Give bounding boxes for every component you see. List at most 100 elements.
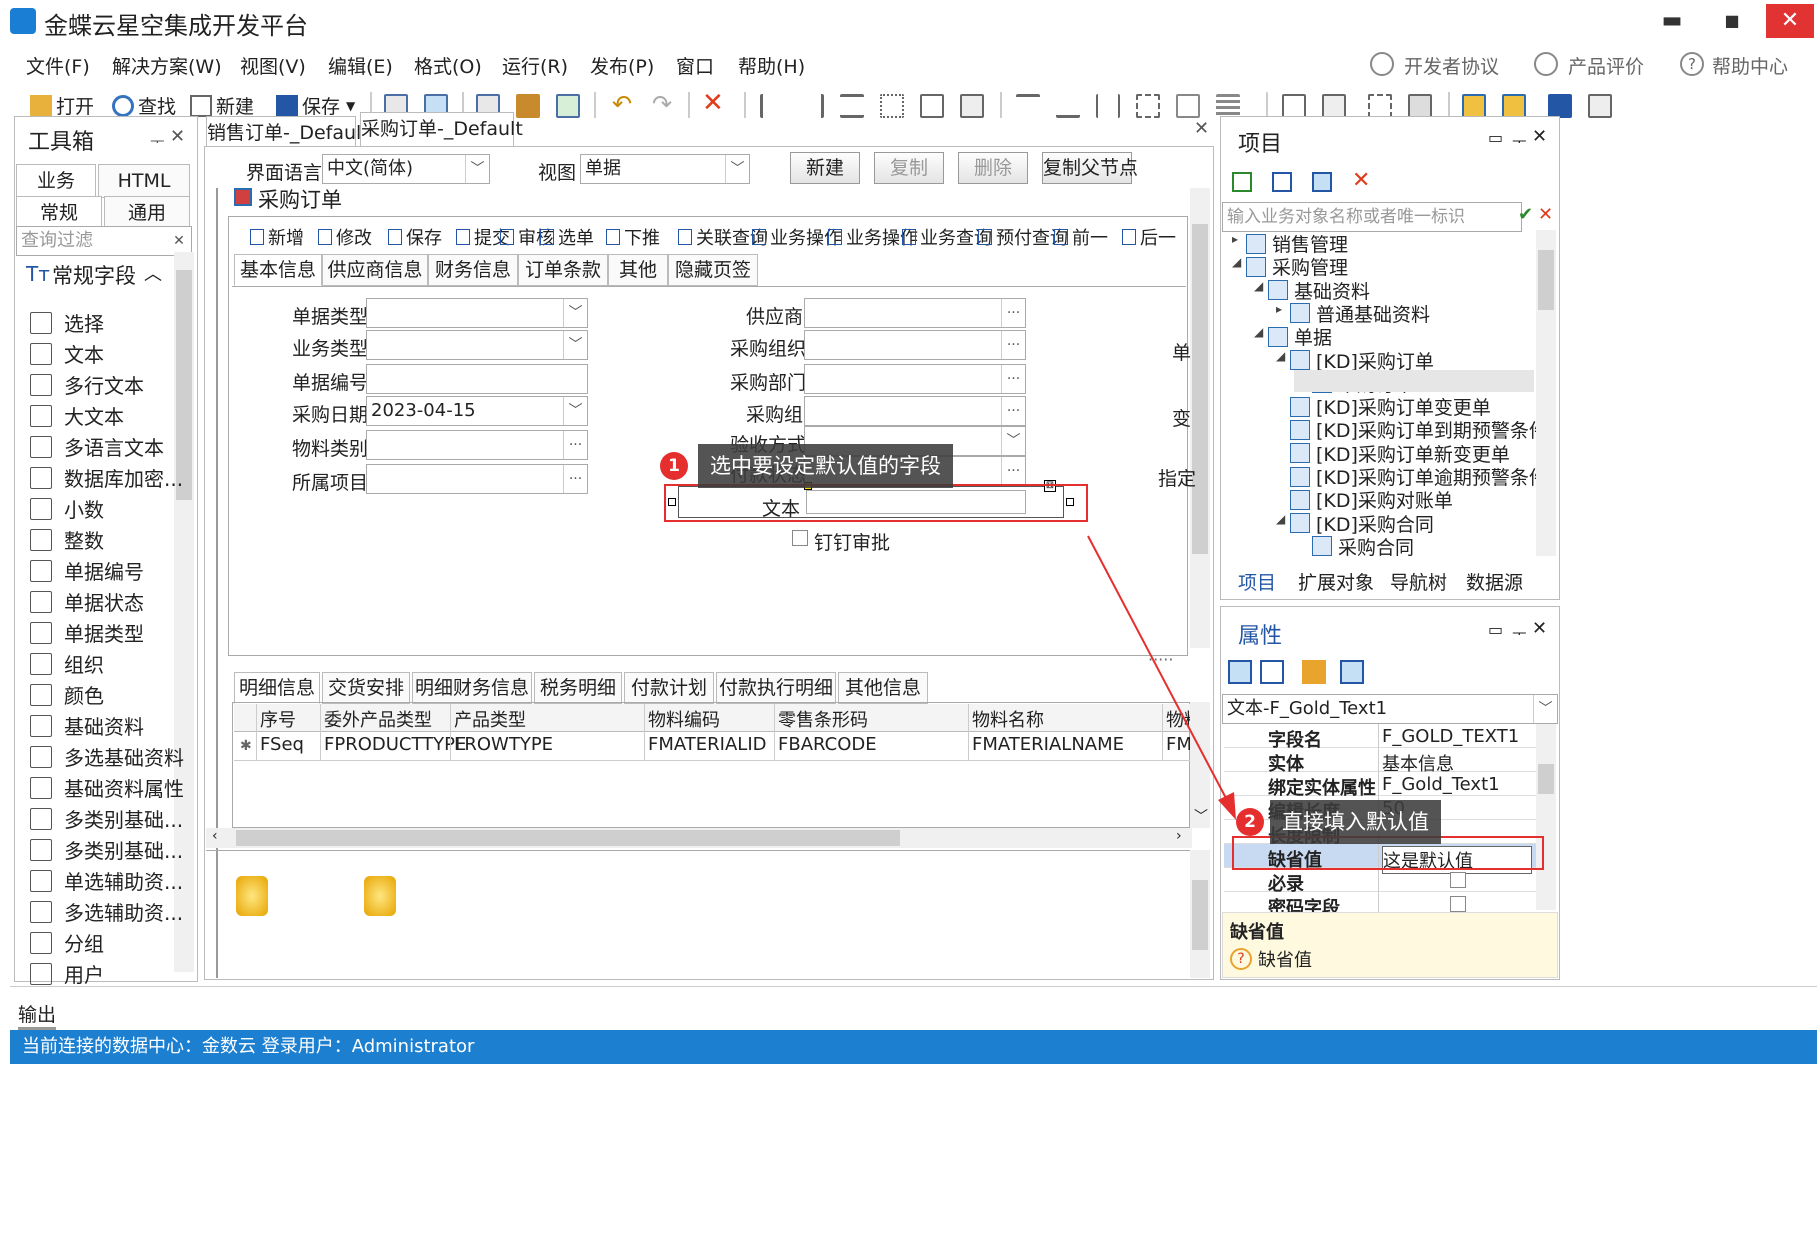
toolbox-item[interactable]: 多选辅助资... <box>30 897 183 926</box>
view-select[interactable]: 单据 ﹀ <box>580 154 750 184</box>
toolbox-item[interactable]: 多类别基础... <box>30 804 183 833</box>
form-toolbar-item[interactable]: 修改 <box>318 224 372 250</box>
panel-icon[interactable] <box>1322 94 1346 118</box>
property-value[interactable]: F_Gold_Text1 <box>1382 774 1500 795</box>
toolbox-item[interactable]: 单据编号 <box>30 556 144 585</box>
form-toolbar-item[interactable]: 后一 <box>1122 224 1176 250</box>
chevron-down-icon[interactable]: ﹀ <box>725 155 749 183</box>
product-review-link[interactable]: 产品评价 <box>1568 52 1644 79</box>
grid-cell[interactable]: FSeq <box>260 734 304 755</box>
grid-cell[interactable]: FPRODUCTTYPE <box>324 734 466 755</box>
chevron-down-icon[interactable]: ﹀ <box>1001 427 1025 455</box>
save-button[interactable]: 保存 ▼ <box>276 92 355 119</box>
property-checkbox[interactable] <box>1450 896 1466 912</box>
form-toolbar-item[interactable]: 下推 <box>606 224 660 250</box>
menu-view[interactable]: 视图(V) <box>240 52 306 79</box>
align-center-icon[interactable] <box>840 94 864 118</box>
grid-column-header[interactable]: 物料编码 <box>648 706 720 732</box>
toolbox-item[interactable]: 多类别基础... <box>30 835 183 864</box>
clear-icon[interactable]: ✕ <box>167 227 191 255</box>
toolbox-item[interactable]: 数据库加密... <box>30 463 183 492</box>
grid-cell[interactable]: FBARCODE <box>778 734 877 755</box>
menu-file[interactable]: 文件(F) <box>26 52 90 79</box>
window-icon[interactable] <box>1272 172 1292 192</box>
dingtalk-checkbox[interactable] <box>792 530 808 546</box>
field-input[interactable]: 2023-04-15 ﹀ <box>366 396 588 426</box>
toolbox-close-icon[interactable]: ✕ <box>170 126 185 147</box>
grid-icon[interactable] <box>1216 94 1240 118</box>
toolbox-tab-business[interactable]: 业务 <box>16 164 96 198</box>
entry-tab[interactable]: 明细信息 <box>234 672 320 704</box>
same-width-icon[interactable] <box>960 94 984 118</box>
copy-icon[interactable] <box>1462 94 1486 118</box>
tree-expander-icon[interactable]: ▸ <box>1232 232 1238 246</box>
align-left-icon[interactable] <box>760 94 784 118</box>
field-input[interactable]: ··· <box>804 330 1026 360</box>
property-checkbox[interactable] <box>1450 872 1466 888</box>
grid-cell[interactable]: FROWTYPE <box>454 734 553 755</box>
toolbox-scrollbar[interactable] <box>174 252 194 972</box>
toolbox-tab-html[interactable]: HTML <box>98 164 190 198</box>
toolbox-item[interactable]: 单选辅助资... <box>30 866 183 895</box>
copy-view-button[interactable]: 复制 <box>874 152 944 184</box>
project-bottom-tab[interactable]: 扩展对象 <box>1298 568 1374 595</box>
chevron-down-icon[interactable]: ﹀ <box>465 155 489 183</box>
field-input[interactable] <box>366 364 588 394</box>
close-button[interactable]: ✕ <box>1766 4 1814 38</box>
lock-icon[interactable] <box>1548 94 1572 118</box>
confirm-icon[interactable]: ✔ <box>1518 204 1533 225</box>
tree-item[interactable]: 采购合同 <box>1312 533 1414 560</box>
menu-edit[interactable]: 编辑(E) <box>328 52 393 79</box>
lookup-icon[interactable]: ··· <box>1001 331 1025 359</box>
entry-tab[interactable]: 交货安排 <box>322 672 410 704</box>
edit-icon[interactable] <box>1302 660 1326 684</box>
maximize-icon[interactable]: ▭ <box>1488 128 1503 147</box>
project-bottom-tab[interactable]: 导航树 <box>1390 568 1447 595</box>
doc-tab-sales-order[interactable]: 销售订单-_Default <box>206 116 369 150</box>
field-input[interactable]: ﹀ <box>366 298 588 328</box>
lookup-icon[interactable]: ··· <box>1001 457 1025 485</box>
vspace-icon[interactable] <box>1136 94 1160 118</box>
menu-help[interactable]: 帮助(H) <box>738 52 805 79</box>
toolbox-item[interactable]: 分组 <box>30 928 104 957</box>
calendar-icon[interactable] <box>1588 94 1612 118</box>
toolbox-item[interactable]: 小数 <box>30 494 104 523</box>
developer-agreement-link[interactable]: 开发者协议 <box>1404 52 1499 79</box>
lang-select[interactable]: 中文(简体) ﹀ <box>322 154 490 184</box>
find-button[interactable]: 查找 <box>112 92 176 119</box>
maximize-button[interactable]: ■ <box>1708 4 1756 38</box>
tree-expander-icon[interactable]: ◢ <box>1254 325 1263 339</box>
toolbox-item[interactable]: 大文本 <box>30 401 124 430</box>
field-input[interactable]: ··· <box>804 396 1026 426</box>
head-tab[interactable]: 隐藏页签 <box>668 254 758 286</box>
grid-column-header[interactable]: 零售条形码 <box>778 706 868 732</box>
menu-format[interactable]: 格式(O) <box>414 52 482 79</box>
menu-solution[interactable]: 解决方案(W) <box>112 52 222 79</box>
form-toolbar-item[interactable]: 保存 <box>388 224 442 250</box>
grid-layout-icon[interactable] <box>1368 94 1392 118</box>
lookup-icon[interactable]: ··· <box>563 465 587 493</box>
tree-expander-icon[interactable]: ◢ <box>1254 279 1263 293</box>
new-button[interactable]: 新建 <box>190 92 254 119</box>
grid-column-header[interactable]: 产品类型 <box>454 706 526 732</box>
pin-icon[interactable]: ᅮ <box>1512 128 1527 152</box>
property-scrollbar[interactable] <box>1536 724 1556 910</box>
toolbox-item[interactable]: 用户 <box>30 959 104 988</box>
delete-icon[interactable]: ✕ <box>1352 168 1370 193</box>
lookup-icon[interactable]: ··· <box>563 431 587 459</box>
toolbox-item[interactable]: 颜色 <box>30 680 104 709</box>
open-button[interactable]: 打开 <box>30 92 94 119</box>
toolbox-item[interactable]: 基础资料属性 <box>30 773 184 802</box>
property-pages-icon[interactable] <box>1340 660 1364 684</box>
property-value[interactable]: F_GOLD_TEXT1 <box>1382 726 1519 747</box>
project-scrollbar[interactable] <box>1536 230 1556 556</box>
toolbox-item[interactable]: 多语言文本 <box>30 432 164 461</box>
distribute-icon[interactable] <box>880 94 904 118</box>
help-center-link[interactable]: 帮助中心 <box>1712 52 1788 79</box>
new-view-button[interactable]: 新建 <box>790 152 860 184</box>
delete-view-button[interactable]: 删除 <box>958 152 1028 184</box>
form-toolbar-item[interactable]: 前一 <box>1054 224 1108 250</box>
list-icon[interactable] <box>1408 94 1432 118</box>
export-icon[interactable] <box>556 94 580 118</box>
tree-expander-icon[interactable]: ▸ <box>1276 302 1282 316</box>
